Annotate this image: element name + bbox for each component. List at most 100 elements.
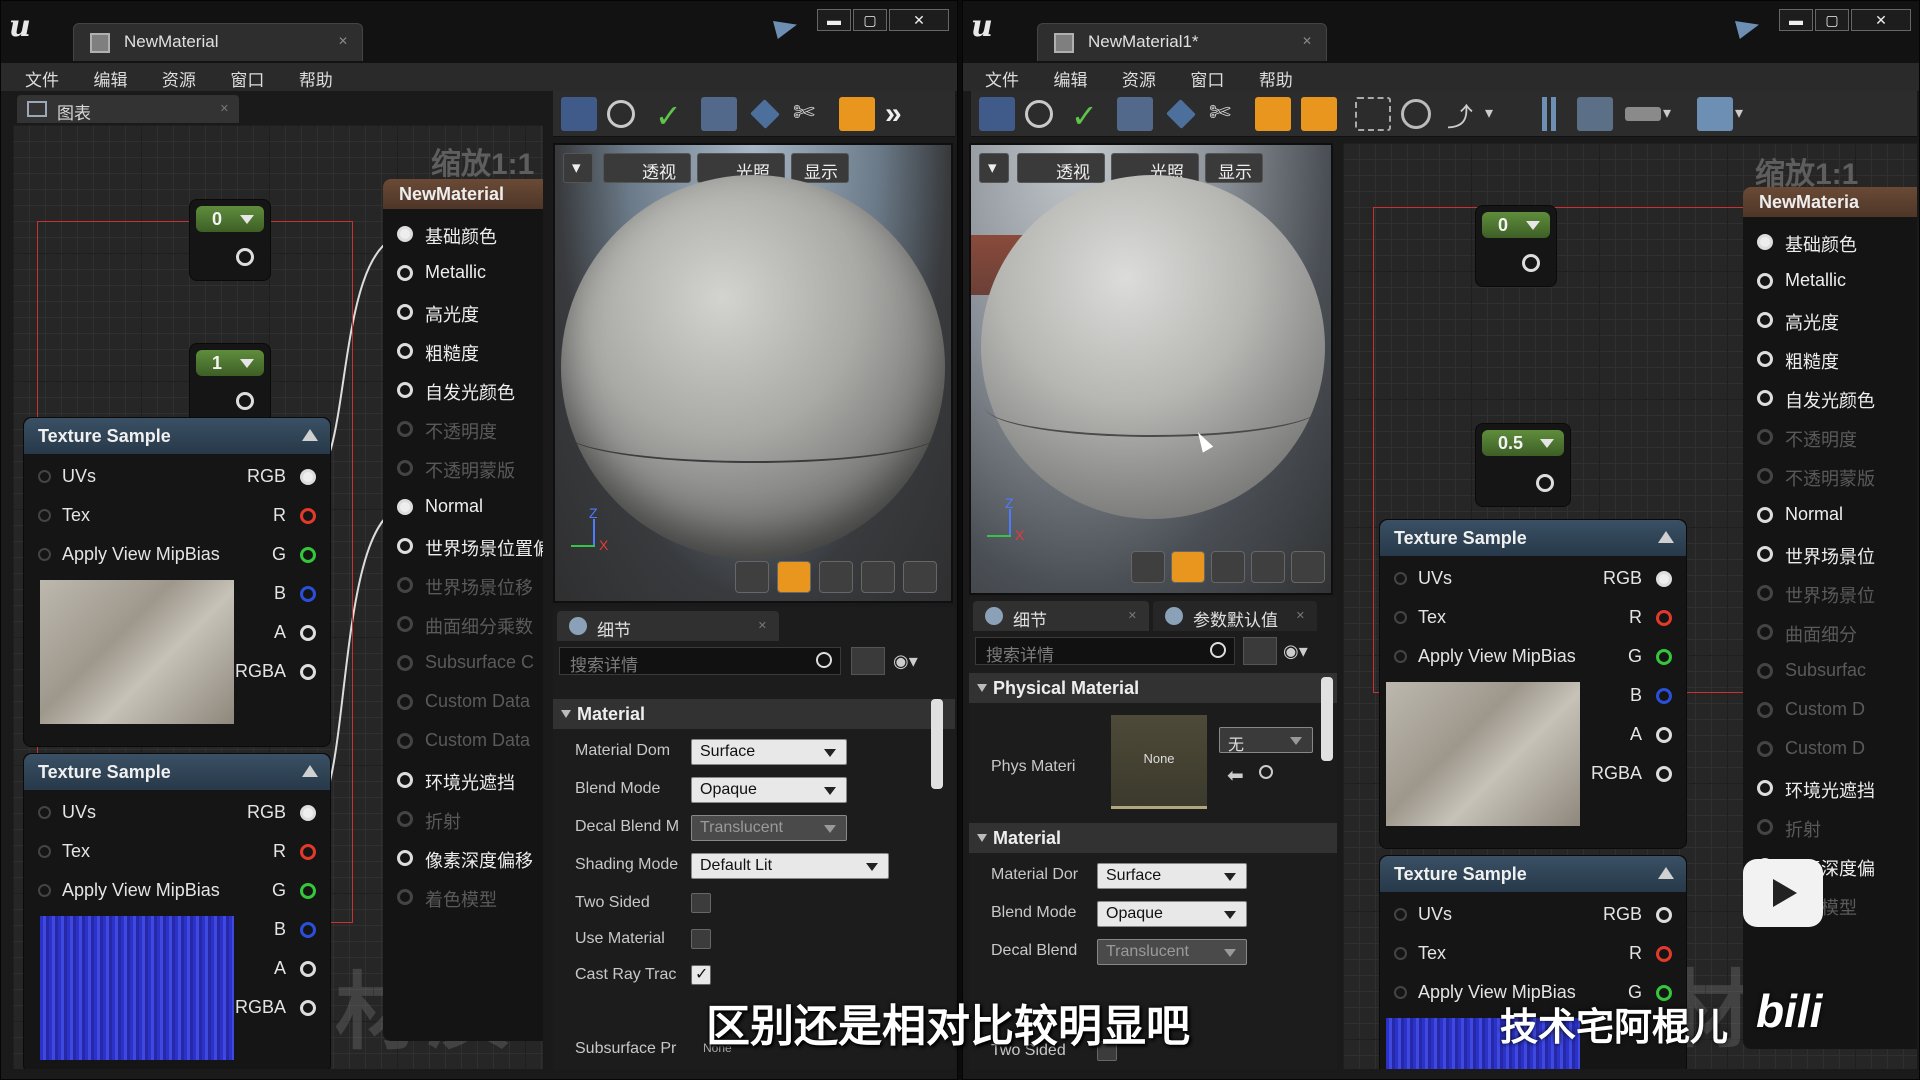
- clean-up-icon[interactable]: ✄: [1209, 97, 1245, 131]
- output-pin-b[interactable]: [1656, 688, 1672, 704]
- input-pin[interactable]: [1394, 947, 1407, 960]
- close-tab-icon[interactable]: ✕: [338, 34, 348, 48]
- save-icon[interactable]: [979, 97, 1015, 131]
- category-material[interactable]: Material: [553, 699, 955, 729]
- texture-sample-node-2[interactable]: Texture Sample UVs RGB Tex R Apply View Mi…: [23, 753, 331, 1069]
- result-input-pin[interactable]: [1757, 780, 1773, 796]
- close-graph-tab-icon[interactable]: ✕: [220, 102, 229, 115]
- input-pin[interactable]: [38, 845, 51, 858]
- feedback-flag-icon[interactable]: [1735, 21, 1759, 39]
- blend-mode-combo[interactable]: Opaque: [691, 777, 847, 803]
- perspective-button[interactable]: 透视: [1017, 153, 1105, 183]
- result-input-pin[interactable]: [397, 460, 413, 476]
- node-title[interactable]: Texture Sample: [1380, 856, 1686, 892]
- save-icon[interactable]: [561, 97, 597, 131]
- sphere-preview-icon[interactable]: [1171, 551, 1205, 583]
- close-tab-icon[interactable]: ✕: [1128, 609, 1137, 622]
- result-input-pin[interactable]: [1757, 351, 1773, 367]
- graph-tab[interactable]: 图表 ✕: [17, 95, 239, 123]
- output-pin-rgb[interactable]: [1656, 571, 1672, 587]
- result-input-pin[interactable]: [1757, 624, 1773, 640]
- menu-file[interactable]: 文件: [25, 63, 59, 91]
- category-physical-material[interactable]: Physical Material: [969, 673, 1337, 703]
- teapot-preview-icon[interactable]: [903, 561, 937, 593]
- result-input-pin[interactable]: [397, 421, 413, 437]
- live-preview-icon[interactable]: [1255, 97, 1291, 131]
- input-pin[interactable]: [38, 509, 51, 522]
- constant-value[interactable]: 0: [1482, 212, 1550, 238]
- maximize-button[interactable]: ▢: [1815, 9, 1849, 31]
- show-button[interactable]: 显示: [1205, 153, 1263, 183]
- result-input-pin[interactable]: [1757, 390, 1773, 406]
- input-pin[interactable]: [38, 470, 51, 483]
- viewport-options-button[interactable]: ▾: [979, 153, 1009, 183]
- collapse-icon[interactable]: [1658, 531, 1674, 543]
- input-pin[interactable]: [38, 806, 51, 819]
- output-pin-rgba[interactable]: [300, 664, 316, 680]
- output-pin-g[interactable]: [1656, 649, 1672, 665]
- node-title[interactable]: Texture Sample: [1380, 520, 1686, 556]
- layout-icon[interactable]: [1625, 107, 1661, 121]
- result-input-pin[interactable]: [397, 733, 413, 749]
- output-pin-r[interactable]: [300, 844, 316, 860]
- home-icon[interactable]: [701, 97, 737, 131]
- cylinder-preview-icon[interactable]: [735, 561, 769, 593]
- result-input-pin[interactable]: [1757, 507, 1773, 523]
- result-input-pin[interactable]: [1757, 819, 1773, 835]
- result-input-pin[interactable]: [1757, 312, 1773, 328]
- category-material[interactable]: Material: [969, 823, 1337, 853]
- platform-stats-icon[interactable]: [1531, 97, 1567, 131]
- output-pin-a[interactable]: [300, 961, 316, 977]
- constant-node-0[interactable]: 0: [189, 199, 271, 281]
- live-preview-icon[interactable]: [839, 97, 875, 131]
- result-input-pin[interactable]: [397, 538, 413, 554]
- plane-preview-icon[interactable]: [1211, 551, 1245, 583]
- menu-help[interactable]: 帮助: [299, 63, 333, 91]
- texture-sample-node-1[interactable]: Texture Sample UVs RGB Tex R Apply View Mi…: [1379, 519, 1687, 849]
- constant-node-half[interactable]: 0.5: [1475, 423, 1571, 507]
- output-pin-g[interactable]: [300, 883, 316, 899]
- node-title[interactable]: Texture Sample: [24, 418, 330, 454]
- menu-file[interactable]: 文件: [985, 63, 1019, 91]
- menu-help[interactable]: 帮助: [1259, 63, 1293, 91]
- result-input-pin[interactable]: [1757, 468, 1773, 484]
- input-pin[interactable]: [1394, 611, 1407, 624]
- blend-mode-combo[interactable]: Opaque: [1097, 901, 1247, 927]
- perspective-button[interactable]: 透视: [603, 153, 691, 183]
- details-tab[interactable]: 细节 ✕: [973, 601, 1149, 631]
- collapse-icon[interactable]: [302, 429, 318, 441]
- constant-output-pin[interactable]: [1536, 474, 1554, 492]
- sphere-preview-icon[interactable]: [777, 561, 811, 593]
- output-pin-rgb[interactable]: [300, 469, 316, 485]
- stats-icon[interactable]: [1401, 99, 1431, 129]
- result-input-pin[interactable]: [1757, 273, 1773, 289]
- show-button[interactable]: 显示: [791, 153, 849, 183]
- phys-material-combo[interactable]: 无: [1219, 727, 1313, 754]
- collapse-icon[interactable]: [302, 765, 318, 777]
- result-input-pin[interactable]: [397, 382, 413, 398]
- result-input-pin[interactable]: [1757, 234, 1773, 250]
- menu-asset[interactable]: 资源: [162, 63, 196, 91]
- minimize-button[interactable]: ▬: [1779, 9, 1813, 31]
- search-details-input[interactable]: 搜索详情: [975, 637, 1235, 665]
- close-tab-icon[interactable]: ✕: [1296, 609, 1305, 622]
- node-title[interactable]: Texture Sample: [24, 754, 330, 790]
- result-input-pin[interactable]: [397, 499, 413, 515]
- material-domain-combo[interactable]: Surface: [1097, 863, 1247, 889]
- close-tab-icon[interactable]: ✕: [1302, 34, 1312, 48]
- connectors-icon[interactable]: ⤴: [1447, 97, 1483, 132]
- result-input-pin[interactable]: [397, 616, 413, 632]
- material-result-node[interactable]: NewMaterial 基础颜色 Metallic 高光度 粗糙度 自发光颜色 不透明度不…: [383, 179, 543, 1041]
- material-domain-combo[interactable]: Surface: [691, 739, 847, 765]
- result-input-pin[interactable]: [397, 304, 413, 320]
- shading-model-combo[interactable]: Default Lit: [691, 853, 889, 879]
- collapse-icon[interactable]: [1658, 867, 1674, 879]
- result-input-pin[interactable]: [1757, 585, 1773, 601]
- feedback-flag-icon[interactable]: [773, 21, 797, 39]
- output-pin-a[interactable]: [300, 625, 316, 641]
- details-tab[interactable]: 细节 ✕: [557, 611, 779, 641]
- constant-output-pin[interactable]: [1522, 254, 1540, 272]
- video-player-icon[interactable]: [1743, 859, 1823, 927]
- phys-material-thumbnail[interactable]: None: [1111, 715, 1207, 809]
- result-input-pin[interactable]: [397, 694, 413, 710]
